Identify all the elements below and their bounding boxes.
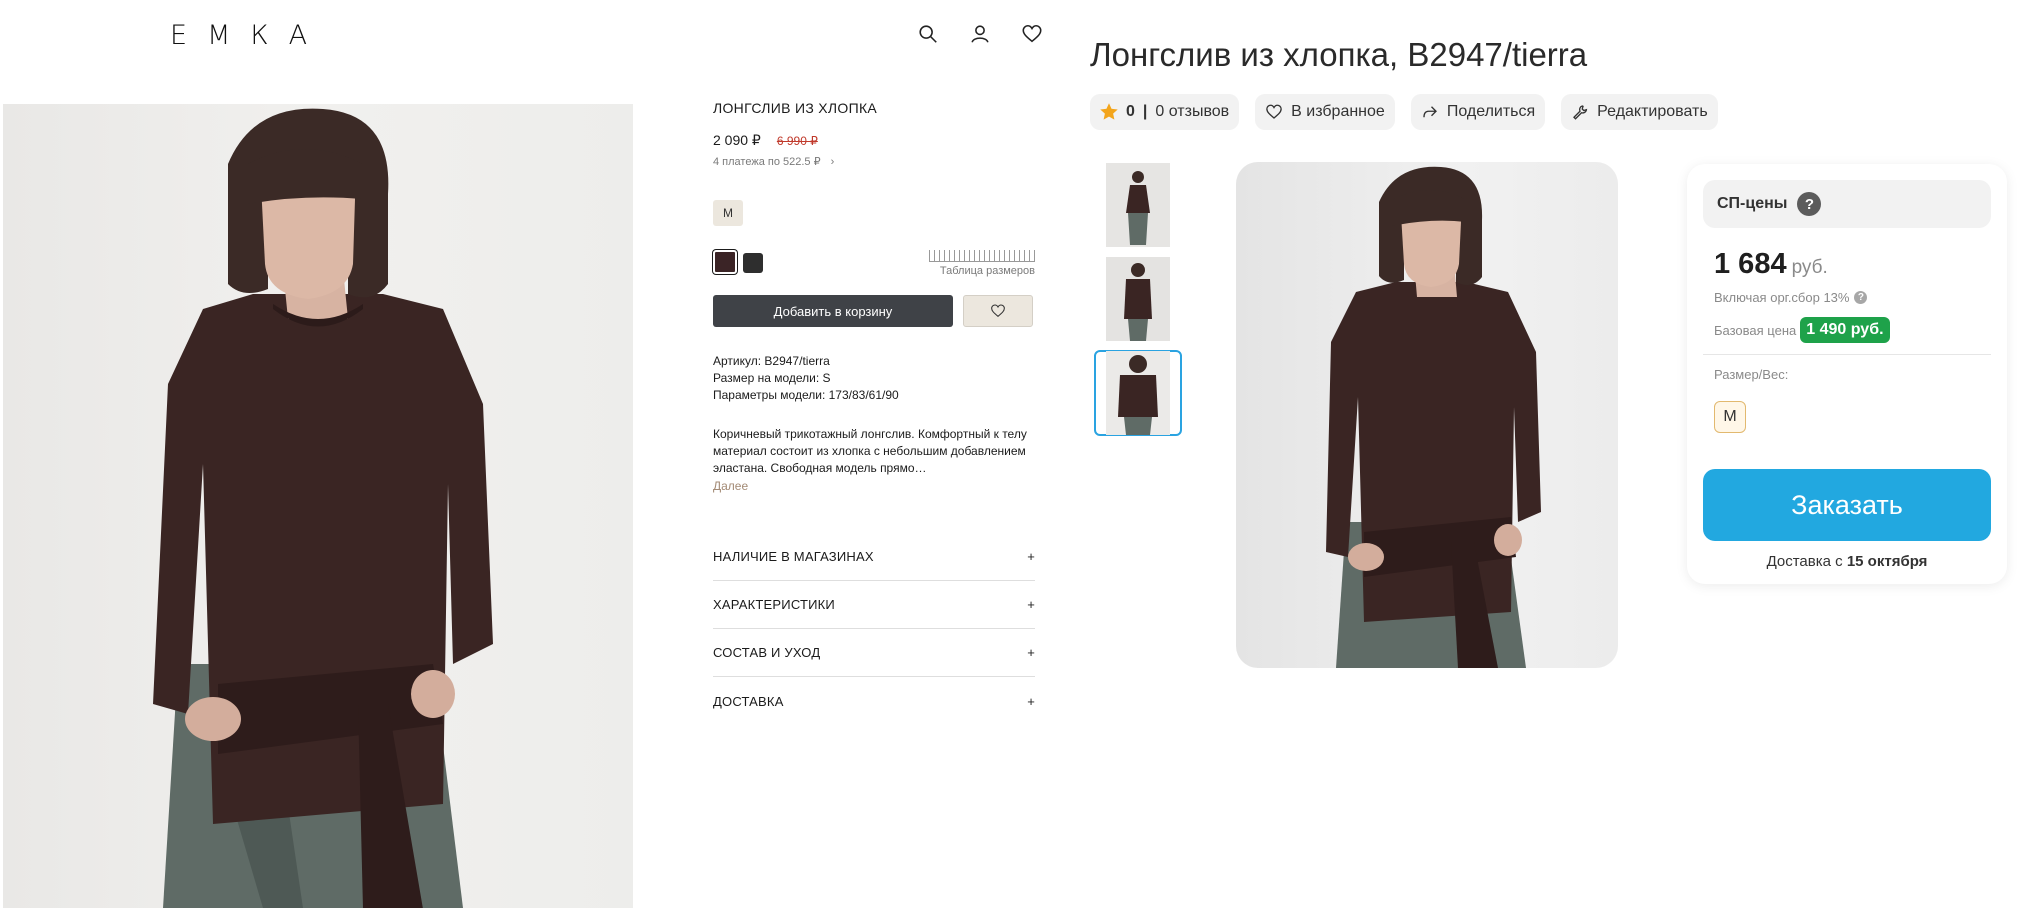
installments-text: 4 платежа по 522.5 ₽ xyxy=(713,156,821,168)
store-logo[interactable]: Е М К А xyxy=(170,19,314,51)
thumbnail-list xyxy=(1094,162,1182,436)
sp-price: 1 684 руб. xyxy=(1714,248,1828,281)
installments-link[interactable]: 4 платежа по 522.5 ₽ › xyxy=(713,155,1035,169)
product-hero-image[interactable] xyxy=(3,104,633,908)
old-price: 6 990 ₽ xyxy=(776,134,818,148)
accordion-characteristics[interactable]: ХАРАКТЕРИСТИКИ + xyxy=(713,581,1035,629)
search-icon[interactable] xyxy=(916,22,940,46)
ruler-icon xyxy=(929,250,1035,262)
price-row: 2 090 ₽ 6 990 ₽ xyxy=(713,132,1035,149)
help-icon[interactable]: ? xyxy=(1854,291,1868,304)
header-icons xyxy=(916,22,1044,46)
help-icon[interactable]: ? xyxy=(1797,192,1822,216)
thumbnail-image xyxy=(1106,163,1170,247)
sp-price-value: 1 684 xyxy=(1714,248,1787,280)
share-label: Поделиться xyxy=(1446,103,1536,120)
rating-chip[interactable]: 0 | 0 отзывов xyxy=(1090,94,1240,130)
store-pane: Е М К А ЛОНГСЛИВ ИЗ ХЛОПКА 2 090 ₽ 6 990… xyxy=(0,0,1090,908)
delivery-date: 15 октября xyxy=(1846,553,1928,570)
sp-price-card: СП-цены ? 1 684 руб. Включая орг.сбор 13… xyxy=(1687,164,2007,584)
base-price-row: Базовая цена 1 490 руб. xyxy=(1714,317,1890,343)
accordion-label: НАЛИЧИЕ В МАГАЗИНАХ xyxy=(713,549,874,564)
favorite-label: В избранное xyxy=(1291,103,1385,120)
logo-letter: Е xyxy=(170,19,194,51)
product-description: Коричневый трикотажный лонгслив. Комфорт… xyxy=(713,427,1027,475)
delivery-prefix: Доставка с xyxy=(1766,553,1847,570)
size-table-link[interactable]: Таблица размеров xyxy=(929,250,1035,277)
org-fee-text: Включая орг.сбор 13% xyxy=(1714,290,1850,305)
share-icon xyxy=(1423,106,1437,118)
cart-actions: Добавить в корзину xyxy=(713,295,1035,327)
heart-icon xyxy=(991,304,1005,318)
swatch-row: Таблица размеров xyxy=(713,250,1035,277)
edit-chip[interactable]: Редактировать xyxy=(1561,94,1718,130)
thumbnail-image xyxy=(1106,257,1170,341)
accordion-stores[interactable]: НАЛИЧИЕ В МАГАЗИНАХ + xyxy=(713,533,1035,581)
sp-heading: СП-цены xyxy=(1717,195,1788,212)
star-icon xyxy=(1100,103,1118,120)
plus-icon: + xyxy=(1027,549,1035,564)
rating-value: 0 xyxy=(1126,103,1135,120)
plus-icon: + xyxy=(1027,693,1035,709)
sp-size-option-m[interactable]: M xyxy=(1714,401,1746,433)
rating-separator: | xyxy=(1142,103,1148,120)
read-more-link[interactable]: Далее xyxy=(713,479,1035,493)
accordion-delivery[interactable]: ДОСТАВКА + xyxy=(713,677,1035,725)
accordion-label: ХАРАКТЕРИСТИКИ xyxy=(713,597,835,612)
product-title: ЛОНГСЛИВ ИЗ ХЛОПКА xyxy=(713,100,878,116)
product-accordion: НАЛИЧИЕ В МАГАЗИНАХ + ХАРАКТЕРИСТИКИ + С… xyxy=(713,533,1035,725)
color-swatches xyxy=(713,250,763,274)
current-price: 2 090 ₽ xyxy=(713,132,761,148)
size-option-m[interactable]: M xyxy=(713,200,743,226)
reviews-count: 0 отзывов xyxy=(1155,103,1230,120)
delivery-info: Доставка с 15 октября xyxy=(1687,553,2007,570)
edit-label: Редактировать xyxy=(1597,103,1708,120)
size-table-label: Таблица размеров xyxy=(939,265,1035,277)
size-weight-label: Размер/Вес: xyxy=(1714,367,1789,382)
model-size: Размер на модели: S xyxy=(713,371,831,385)
favorite-button[interactable] xyxy=(963,295,1033,327)
wrench-icon xyxy=(1573,105,1588,120)
logo-letter: А xyxy=(288,19,314,51)
sp-price-header: СП-цены ? xyxy=(1703,180,1991,228)
chevron-right-icon: › xyxy=(830,155,835,168)
logo-letter: М xyxy=(207,19,237,51)
color-swatch-dark[interactable] xyxy=(743,253,763,273)
thumbnail-image xyxy=(1106,351,1170,435)
thumbnail-2[interactable] xyxy=(1094,256,1182,342)
order-button[interactable]: Заказать xyxy=(1703,469,1991,541)
heart-icon[interactable] xyxy=(1020,22,1044,46)
base-price-label: Базовая цена xyxy=(1714,322,1797,338)
color-swatch-brown[interactable] xyxy=(713,250,737,274)
add-to-cart-button[interactable]: Добавить в корзину xyxy=(713,295,953,327)
plus-icon: + xyxy=(1027,645,1035,660)
add-favorite-chip[interactable]: В избранное xyxy=(1255,94,1395,130)
sp-price-currency: руб. xyxy=(1791,257,1828,278)
product-meta: Артикул: B2947/tierra Размер на модели: … xyxy=(713,353,1035,404)
product-info: ЛОНГСЛИВ ИЗ ХЛОПКА 2 090 ₽ 6 990 ₽ 4 пла… xyxy=(713,100,1035,725)
heart-icon xyxy=(1266,104,1282,119)
article: Артикул: B2947/tierra xyxy=(713,354,830,368)
logo-letter: К xyxy=(250,19,275,51)
divider xyxy=(1703,354,1991,355)
model-params: Параметры модели: 173/83/61/90 xyxy=(713,388,899,402)
plus-icon: + xyxy=(1027,597,1035,612)
accordion-label: ДОСТАВКА xyxy=(713,693,784,709)
share-chip[interactable]: Поделиться xyxy=(1410,94,1546,130)
base-price-badge: 1 490 руб. xyxy=(1800,317,1890,343)
user-icon[interactable] xyxy=(968,22,992,46)
accordion-label: СОСТАВ И УХОД xyxy=(713,645,821,660)
accordion-composition[interactable]: СОСТАВ И УХОД + xyxy=(713,629,1035,677)
product-actions: 0 | 0 отзывов В избранное Поделиться Ред… xyxy=(1090,94,1718,130)
thumbnail-3-active[interactable] xyxy=(1094,350,1182,436)
main-product-image[interactable] xyxy=(1236,162,1618,668)
org-fee-note: Включая орг.сбор 13% ? xyxy=(1714,290,1868,305)
thumbnail-1[interactable] xyxy=(1094,162,1182,248)
page-title: Лонгслив из хлопка, B2947/tierra xyxy=(1090,36,1588,73)
